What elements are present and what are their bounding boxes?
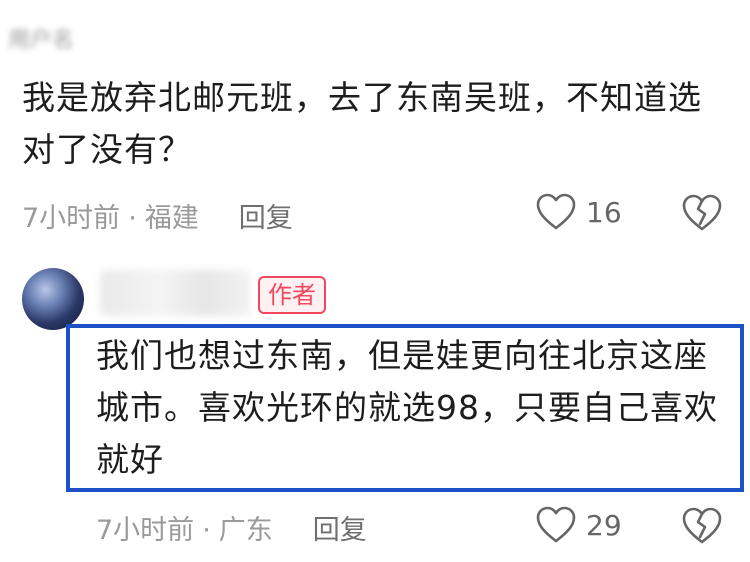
- comment2-username-blurred[interactable]: [100, 270, 250, 316]
- author-badge: 作者: [258, 276, 326, 314]
- meta-separator: ·: [202, 515, 211, 546]
- heart-icon[interactable]: [536, 506, 576, 544]
- comment2-like[interactable]: 29: [536, 506, 622, 544]
- avatar[interactable]: [22, 268, 84, 330]
- comment2-location: 广东: [218, 515, 273, 546]
- comment2-reply-button[interactable]: 回复: [313, 515, 367, 546]
- comment1-text: 我是放弃北邮元班，去了东南吴班，不知道选对了没有？: [22, 78, 702, 169]
- comment1-username-blurred[interactable]: 用户名: [8, 22, 168, 53]
- comment1-time: 7小时前: [22, 203, 121, 234]
- meta-separator: ·: [128, 203, 137, 234]
- comment1-reply-button[interactable]: 回复: [239, 203, 293, 234]
- heart-icon[interactable]: [536, 193, 576, 231]
- dislike-broken-heart-icon[interactable]: [682, 507, 722, 545]
- comment1-meta: 7小时前 · 福建 回复: [22, 196, 293, 235]
- comment2-time: 7小时前: [96, 515, 195, 546]
- comment2-like-count: 29: [586, 508, 622, 542]
- comment2-meta: 7小时前 · 广东 回复: [96, 508, 367, 547]
- comment1-like[interactable]: 16: [536, 193, 622, 231]
- dislike-broken-heart-icon[interactable]: [682, 194, 722, 232]
- comment1-like-count: 16: [586, 195, 622, 229]
- comment2-text: 我们也想过东南，但是娃更向往北京这座城市。喜欢光环的就选98，只要自己喜欢就好: [96, 336, 718, 479]
- comment1-location: 福建: [144, 203, 199, 234]
